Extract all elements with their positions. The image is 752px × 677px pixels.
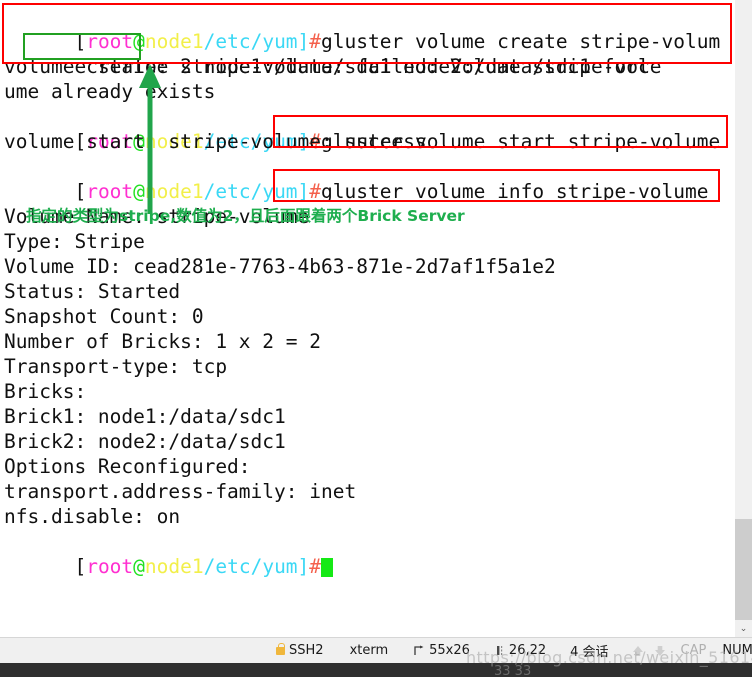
terminal-line-prompt-cmd2: [root@node1/etc/yum]#gluster volume star… — [4, 104, 735, 153]
download-arrow-icon — [654, 645, 665, 656]
terminal-line-prompt-cmd1: [root@node1/etc/yum]#gluster volume crea… — [4, 4, 735, 53]
status-num-lock-label: NUM — [722, 643, 752, 658]
command-text-create: gluster volume create stripe-volum — [321, 30, 721, 53]
terminal-line-prompt-active: [root@node1/etc/yum]# — [4, 529, 735, 578]
cursor-pos-icon — [496, 646, 503, 655]
prompt-path: /etc/yum — [203, 180, 298, 203]
terminal-line-number-of-bricks: Number of Bricks: 1 x 2 = 2 — [4, 330, 321, 353]
prompt-at-symbol: @ — [133, 555, 145, 578]
prompt-open-bracket: [ — [74, 30, 87, 53]
terminal-line-transport-type: Transport-type: tcp — [4, 355, 228, 378]
prompt-hostname: node1 — [144, 30, 204, 53]
prompt-close-bracket: ] — [297, 555, 310, 578]
status-bar: SSH2 xterm 55x26 26,22 4 会话 CAP NUM — [0, 637, 752, 663]
prompt-close-bracket: ] — [297, 30, 310, 53]
vertical-scrollbar[interactable]: ⌄ — [735, 0, 752, 637]
status-term-type-label: xterm — [349, 643, 389, 658]
prompt-hostname: node1 — [144, 180, 204, 203]
prompt-close-bracket: ] — [297, 180, 310, 203]
status-terminal-size[interactable]: 55x26 — [414, 643, 470, 658]
prompt-path: /etc/yum — [203, 555, 298, 578]
scroll-down-arrow-icon[interactable]: ⌄ — [735, 620, 752, 637]
window-bottom-strip — [0, 663, 752, 677]
status-download[interactable] — [653, 644, 667, 658]
terminal-line-snapshot-count: Snapshot Count: 0 — [4, 305, 204, 328]
terminal-line-brick1: Brick1: node1:/data/sdc1 — [4, 405, 286, 428]
prompt-at-symbol: @ — [133, 30, 145, 53]
text-cursor — [321, 558, 334, 577]
status-protocol-label: SSH2 — [289, 643, 324, 658]
status-sessions[interactable]: 4 会话 — [570, 641, 608, 660]
terminal-line-type: Type: Stripe — [4, 230, 145, 253]
prompt-path: /etc/yum — [203, 30, 298, 53]
terminal-line-transport-address-family: transport.address-family: inet — [4, 480, 357, 503]
prompt-open-bracket: [ — [74, 180, 87, 203]
prompt-user: root — [86, 180, 134, 203]
terminal-line-status: Status: Started — [4, 280, 181, 303]
terminal-line-bricks-header: Bricks: — [4, 380, 87, 403]
prompt-hostname: node1 — [144, 555, 204, 578]
terminal-line-out1: volume create: stripe-volume: failed: Vo… — [4, 55, 650, 78]
prompt-user: root — [86, 30, 134, 53]
terminal-line-brick2: Brick2: node2:/data/sdc1 — [4, 430, 286, 453]
annotation-chinese-note: 指定的类型为stripe,数值为2，且后面跟着两个Brick Server — [26, 207, 465, 225]
command-text-info: gluster volume info stripe-volume — [321, 180, 709, 203]
prompt-hash: # — [309, 30, 322, 53]
status-caps-lock: CAP — [681, 643, 707, 658]
prompt-at-symbol: @ — [133, 180, 145, 203]
status-num-lock: NUM — [722, 643, 752, 658]
prompt-user: root — [86, 555, 134, 578]
terminal-output-area[interactable]: [root@node1/etc/yum]#gluster volume crea… — [0, 0, 735, 637]
status-cursor-position-label: 26,22 — [508, 643, 547, 658]
terminal-line-prompt-cmd3: [root@node1/etc/yum]#gluster volume info… — [4, 154, 735, 203]
prompt-open-bracket: [ — [74, 555, 87, 578]
terminal-window: [root@node1/etc/yum]#gluster volume crea… — [0, 0, 752, 677]
prompt-hash: # — [309, 180, 322, 203]
status-terminal-size-label: 55x26 — [429, 643, 470, 658]
upload-arrow-icon — [632, 645, 643, 656]
status-protocol[interactable]: SSH2 — [276, 642, 324, 658]
terminal-line-nfs-disable: nfs.disable: on — [4, 505, 181, 528]
lock-icon — [276, 642, 285, 655]
scrollbar-thumb[interactable] — [735, 519, 752, 620]
status-term-type[interactable]: xterm — [350, 643, 389, 658]
terminal-line-out2: ume already exists — [4, 80, 216, 103]
resize-icon — [414, 645, 424, 655]
prompt-hash: # — [309, 555, 322, 578]
status-sessions-label: 4 会话 — [570, 645, 609, 660]
status-cursor-position[interactable]: 26,22 — [496, 643, 546, 658]
terminal-line-volume-id: Volume ID: cead281e-7763-4b63-871e-2d7af… — [4, 255, 556, 278]
status-caps-lock-label: CAP — [680, 643, 707, 658]
status-upload[interactable] — [631, 644, 645, 658]
terminal-line-options-header: Options Reconfigured: — [4, 455, 251, 478]
